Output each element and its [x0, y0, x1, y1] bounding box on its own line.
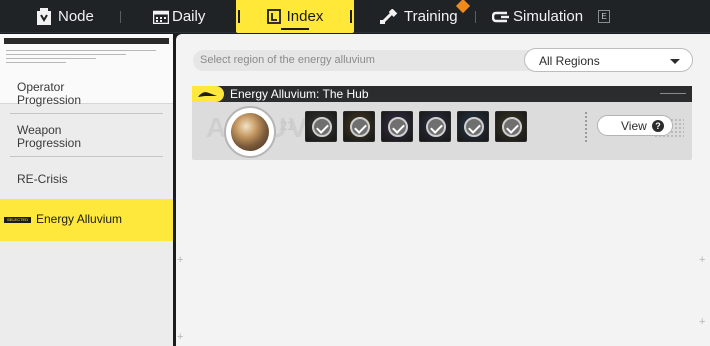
sidebar-header-line	[6, 54, 126, 55]
check-circle-icon	[350, 117, 370, 137]
alluvium-card-title: Energy Alluvium: The Hub	[230, 87, 369, 101]
selected-tag: SELECTED	[4, 217, 32, 223]
background-number: 21	[280, 118, 295, 133]
tab-training-label: Training	[404, 8, 458, 25]
tab-training[interactable]: Training	[380, 0, 458, 33]
sidebar-header-line	[6, 62, 66, 63]
operator-avatar	[224, 106, 276, 158]
header-decoration	[660, 93, 686, 94]
top-navigation-bar: Node Daily Index Training Simulation E	[0, 0, 710, 33]
tab-daily-label: Daily	[172, 8, 206, 25]
sidebar-header-strip	[4, 38, 169, 44]
check-circle-icon	[388, 117, 408, 137]
simulation-icon	[492, 11, 509, 22]
view-button-label: View	[621, 119, 647, 133]
sidebar-item-energy-alluvium[interactable]: SELECTED Energy Alluvium	[0, 199, 173, 241]
check-circle-icon	[312, 117, 332, 137]
sidebar-item-re-crisis[interactable]: RE-Crisis	[0, 173, 173, 189]
tab-simulation-label: Simulation	[513, 8, 584, 25]
tab-daily[interactable]: Daily	[153, 0, 205, 33]
calendar-icon	[153, 10, 169, 24]
sidebar-item-operator-progression[interactable]: Operator Progression	[0, 81, 173, 111]
sidebar-divider	[10, 113, 163, 114]
sidebar-item-label: Operator Progression	[17, 80, 82, 107]
training-icon	[380, 8, 398, 24]
tab-simulation[interactable]: Simulation	[492, 0, 583, 33]
tab-node[interactable]: Node	[36, 0, 94, 33]
reward-slot[interactable]	[495, 111, 527, 142]
tab-index-bracket-right	[350, 10, 352, 23]
reward-slot[interactable]	[419, 111, 451, 142]
tab-index-label: Index	[286, 8, 324, 25]
main-panel: + + + + Select region of the energy allu…	[176, 34, 710, 346]
sidebar-item-label: Weapon Progression	[17, 123, 82, 150]
sidebar-item-weapon-progression[interactable]: Weapon Progression	[0, 124, 173, 154]
shortcut-key-badge: E	[598, 10, 610, 23]
tab-index-underline	[281, 28, 309, 30]
tab-node-label: Node	[58, 8, 94, 25]
node-icon	[37, 7, 51, 25]
check-circle-icon	[426, 117, 446, 137]
sidebar-header-line	[6, 58, 96, 59]
crosshair-mark: +	[177, 254, 184, 266]
reward-slot[interactable]	[381, 111, 413, 142]
help-icon: ?	[652, 120, 664, 132]
wave-icon	[198, 92, 217, 97]
alluvium-card-header: Energy Alluvium: The Hub	[192, 86, 692, 102]
alluvium-badge	[192, 86, 224, 102]
check-circle-icon	[464, 117, 484, 137]
reward-slot[interactable]	[343, 111, 375, 142]
sidebar-divider	[10, 156, 163, 157]
reward-slot[interactable]	[457, 111, 489, 142]
region-prompt: Select region of the energy alluvium	[200, 54, 375, 66]
sidebar: Operator Progression Weapon Progression …	[0, 34, 173, 346]
card-divider	[585, 112, 587, 142]
chevron-down-icon	[670, 59, 680, 64]
crosshair-mark: +	[699, 254, 706, 266]
check-circle-icon	[502, 117, 522, 137]
alluvium-card[interactable]: Energy Alluvium: The Hub ALLUVIUM 21 Vie…	[192, 86, 692, 160]
view-button[interactable]: View ?	[597, 115, 673, 136]
tab-index-bracket-left	[238, 10, 240, 23]
tab-separator	[120, 11, 121, 23]
alluvium-card-body: ALLUVIUM 21 View ?	[192, 102, 692, 160]
tab-index[interactable]: Index	[236, 0, 354, 33]
index-icon	[266, 9, 281, 24]
notification-diamond-icon	[455, 0, 471, 14]
operator-portrait	[231, 113, 269, 151]
sidebar-item-label: RE-Crisis	[17, 172, 68, 186]
reward-slot[interactable]	[305, 111, 337, 142]
region-dropdown[interactable]: All Regions	[524, 48, 693, 72]
crosshair-mark: +	[699, 316, 706, 328]
tab-separator	[475, 11, 476, 23]
region-dropdown-value: All Regions	[539, 54, 600, 68]
crosshair-mark: +	[177, 331, 184, 343]
sidebar-header-line	[6, 50, 156, 51]
sidebar-item-label: Energy Alluvium	[36, 212, 123, 226]
